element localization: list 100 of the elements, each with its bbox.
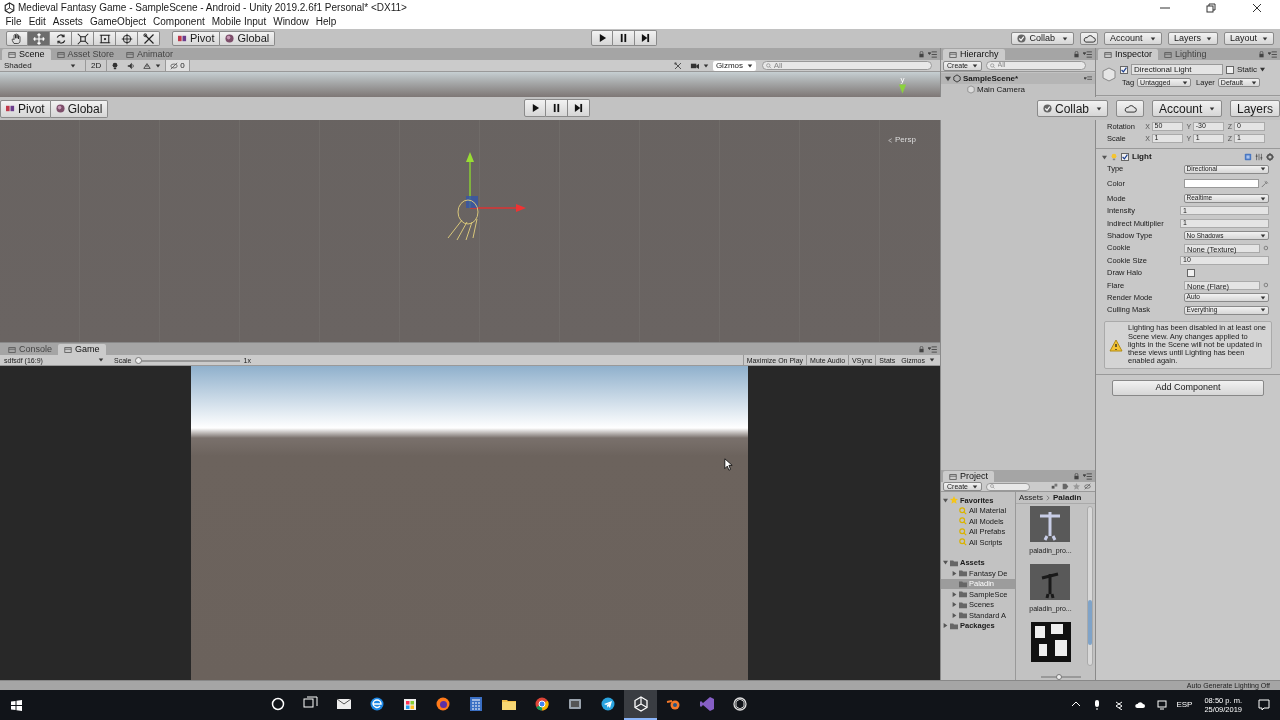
account-dropdown[interactable]: Account	[1104, 32, 1162, 45]
panel-tab[interactable]: Console	[2, 344, 59, 355]
step-button[interactable]	[635, 30, 657, 46]
cloud-icon	[1082, 34, 1096, 43]
panel-tab[interactable]: Game	[58, 344, 106, 355]
breadcrumb-link[interactable]: Paladin	[1053, 493, 1082, 502]
breadcrumb-link[interactable]: Assets	[1019, 493, 1043, 502]
foldout-arrow-icon[interactable]	[952, 570, 957, 576]
menu-item[interactable]: Edit	[25, 17, 50, 27]
static-checkbox[interactable]	[1226, 65, 1234, 74]
rotate-icon	[54, 32, 67, 45]
menu-item[interactable]: Help	[312, 17, 340, 27]
layers-dropdown[interactable]: Layers	[1230, 100, 1280, 117]
hand-tool-button[interactable]	[6, 31, 28, 46]
model-thumbnail[interactable]	[1030, 506, 1071, 542]
tab-icon	[8, 345, 16, 354]
scrollbar[interactable]	[1087, 506, 1093, 666]
hidden-objects-toggle[interactable]: 0	[165, 60, 190, 71]
panel-tab[interactable]: Lighting	[1158, 49, 1213, 60]
foldout-arrow-icon[interactable]	[943, 623, 948, 629]
scale-tool-button[interactable]	[72, 31, 94, 46]
taskbar-app-button[interactable]	[624, 690, 657, 720]
warning-icon	[1109, 338, 1123, 352]
panel-tab[interactable]: Scene	[2, 49, 51, 60]
scene-row[interactable]: SampleScene*	[941, 73, 1095, 84]
account-dropdown[interactable]: Account	[1152, 100, 1222, 117]
menu-item[interactable]: Mobile Input	[208, 17, 270, 27]
mode-2d-button[interactable]: 2D	[85, 60, 108, 71]
slider-thumb[interactable]	[134, 356, 142, 364]
scale-slider[interactable]	[135, 356, 240, 364]
foldout-arrow-icon[interactable]	[952, 602, 957, 608]
panel-tab[interactable]: Hierarchy	[943, 49, 1005, 60]
check-circle-icon	[1017, 34, 1027, 43]
name-field[interactable]: Directional Light	[1131, 64, 1223, 75]
pivot-icon	[6, 104, 15, 113]
step-button[interactable]	[568, 99, 590, 117]
foldout-arrow-icon[interactable]	[943, 497, 948, 503]
move-arrows-tool-button[interactable]	[28, 31, 50, 46]
language-button[interactable]: ESP	[1176, 701, 1193, 709]
pivot-button[interactable]: Pivot	[172, 31, 221, 46]
foldout-arrow-icon[interactable]	[945, 75, 951, 82]
color-swatch[interactable]	[1183, 179, 1260, 189]
hierarchy-item[interactable]: Main Camera	[941, 84, 1095, 95]
menu-item[interactable]: Component	[149, 17, 209, 27]
active-checkbox[interactable]	[1120, 65, 1128, 74]
texture-thumbnail[interactable]	[1030, 622, 1071, 662]
check-icon	[1121, 65, 1127, 74]
help-book-icon[interactable]	[1244, 153, 1252, 161]
filter-label-button[interactable]	[1060, 483, 1071, 490]
rect-tool-tool-button[interactable]	[94, 31, 116, 46]
checkbox[interactable]	[1187, 268, 1195, 277]
foldout-arrow-icon[interactable]	[943, 560, 948, 566]
pause-button[interactable]	[613, 30, 635, 46]
collab-button[interactable]: Collab	[1011, 32, 1074, 45]
model-thumbnail[interactable]	[1030, 564, 1071, 600]
menu-item[interactable]: Assets	[49, 17, 87, 27]
caret-icon[interactable]	[1260, 67, 1265, 72]
filter-type-button[interactable]	[1049, 483, 1060, 490]
rotate-tool-button[interactable]	[50, 31, 72, 46]
hexagon-circle-icon	[731, 696, 748, 712]
cloud-button[interactable]	[1080, 32, 1098, 45]
hidden-packages-button[interactable]	[1082, 483, 1093, 490]
search-icon	[766, 62, 772, 69]
shading-dropdown[interactable]: Shaded	[0, 60, 80, 71]
menu-item[interactable]: File	[2, 17, 26, 27]
panel-tab[interactable]: Inspector	[1098, 49, 1159, 60]
panel-tab[interactable]: Project	[943, 471, 994, 482]
layers-dropdown[interactable]: Layers	[1168, 32, 1218, 45]
menu-item[interactable]: Window	[269, 17, 313, 27]
panel-tab[interactable]: Asset Store	[50, 49, 121, 60]
layout-dropdown[interactable]: Layout	[1224, 32, 1274, 45]
global-button[interactable]: Global	[50, 99, 109, 118]
panel-tab[interactable]: Animator	[120, 49, 180, 60]
collab-button[interactable]: Collab	[1036, 100, 1108, 117]
play-button[interactable]	[524, 99, 546, 117]
pause-button[interactable]	[546, 99, 568, 117]
caret-icon	[1260, 232, 1266, 239]
pivot-button[interactable]: Pivot	[0, 99, 51, 118]
lock-icon	[918, 346, 925, 353]
gizmos-dropdown[interactable]: Gizmos	[712, 60, 756, 71]
scene-menu-icon[interactable]	[1084, 76, 1092, 81]
foldout-arrow-icon[interactable]	[1102, 154, 1107, 160]
foldout-arrow-icon[interactable]	[952, 591, 957, 597]
menu-item[interactable]: GameObject	[86, 17, 150, 27]
tools-tool-button[interactable]	[138, 31, 160, 46]
tab-icon	[1104, 50, 1112, 59]
foldout-arrow-icon[interactable]	[952, 612, 957, 618]
sliders-icon[interactable]	[1255, 153, 1263, 161]
global-button[interactable]: Global	[220, 31, 276, 46]
component-checkbox[interactable]	[1121, 153, 1129, 161]
paper-plane-icon	[599, 696, 616, 712]
transform-tool-button[interactable]	[116, 31, 138, 46]
bulb-icon	[111, 61, 120, 70]
settings-icon[interactable]	[1266, 153, 1274, 161]
play-button[interactable]	[591, 30, 613, 46]
calculator-icon	[467, 696, 484, 712]
cloud-button[interactable]	[1116, 100, 1144, 117]
add-component-button[interactable]: Add Component	[1112, 379, 1264, 396]
search-field[interactable]	[986, 482, 1030, 491]
panel-menu-icon	[1083, 51, 1092, 58]
